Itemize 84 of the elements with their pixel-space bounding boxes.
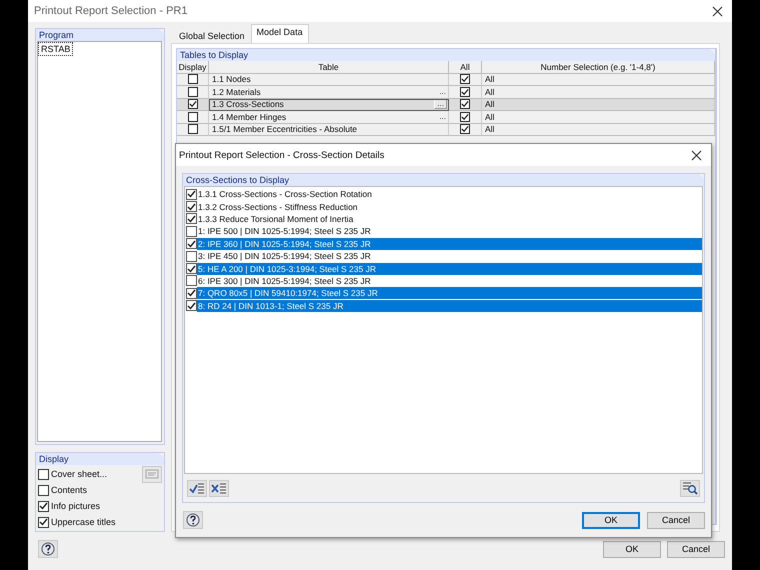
checkbox[interactable] bbox=[186, 238, 197, 250]
find-button[interactable] bbox=[680, 480, 700, 496]
table-name: 1.2 Materials bbox=[212, 86, 261, 98]
panel-header: Tables to Display bbox=[177, 49, 715, 61]
check-list-icon bbox=[189, 481, 205, 495]
option-label: Cover sheet... bbox=[51, 469, 108, 479]
details-button[interactable]: ... bbox=[437, 112, 448, 122]
dialog-button[interactable]: OK bbox=[603, 540, 661, 558]
checkbox[interactable] bbox=[38, 500, 49, 512]
table-cell[interactable]: 1.4 Member Hinges ... bbox=[209, 111, 449, 124]
help-button[interactable] bbox=[38, 540, 58, 558]
checkbox[interactable] bbox=[186, 288, 197, 299]
column-header: Display bbox=[177, 61, 209, 74]
table-cell[interactable]: 1.5/1 Member Eccentricities - Absolute bbox=[209, 124, 449, 136]
list-item[interactable]: 1: IPE 500 | DIN 1025-5:1994; Steel S 235 JR bbox=[197, 225, 702, 238]
checkbox[interactable] bbox=[38, 468, 49, 480]
table-cell: All bbox=[482, 98, 715, 111]
list-item[interactable]: 2: IPE 360 | DIN 1025-5:1994; Steel S 235 JR bbox=[197, 238, 702, 250]
close-icon bbox=[690, 150, 702, 160]
list-item[interactable]: 5: HE A 200 | DIN 1025-3:1994; Steel S 235 JR bbox=[197, 262, 702, 275]
checkbox[interactable] bbox=[460, 99, 470, 110]
close-icon bbox=[712, 6, 722, 16]
list-magnifier-icon bbox=[682, 481, 698, 495]
option-label: Contents bbox=[51, 485, 88, 495]
check-all-button[interactable] bbox=[187, 480, 207, 496]
checkbox[interactable] bbox=[460, 86, 470, 97]
panel-header: Cross-Sections to Display bbox=[183, 174, 704, 186]
checkbox[interactable] bbox=[186, 300, 197, 312]
option-label: Uppercase titles bbox=[51, 517, 117, 527]
checkbox[interactable] bbox=[188, 74, 198, 84]
checkbox[interactable] bbox=[186, 201, 197, 212]
list-item[interactable]: 1.3.1 Cross-Sections - Cross-Section Rotation bbox=[197, 188, 702, 200]
list-item[interactable]: 1.3.2 Cross-Sections - Stiffness Reduction bbox=[197, 200, 702, 213]
checkbox[interactable] bbox=[460, 74, 470, 84]
table-name: 1.1 Nodes bbox=[212, 73, 251, 86]
checkbox[interactable] bbox=[188, 112, 198, 122]
table-cell: All bbox=[482, 124, 715, 136]
dialog-button[interactable]: Cancel bbox=[647, 512, 705, 528]
list-item[interactable]: 7: QRO 80x5 | DIN 59410:1974; Steel S 235 JR bbox=[197, 287, 702, 300]
dialog-button[interactable]: Cancel bbox=[667, 540, 725, 558]
window-title: Printout Report Selection - PR1 bbox=[34, 5, 188, 17]
checkbox[interactable] bbox=[188, 99, 198, 110]
list-item[interactable]: 1.3.3 Reduce Torsional Moment of Inertia bbox=[197, 212, 702, 225]
help-icon bbox=[41, 542, 55, 556]
sheet-icon bbox=[145, 469, 159, 479]
column-header: Number Selection (e.g. '1-4,8') bbox=[482, 61, 715, 74]
table-cell[interactable]: 1.1 Nodes bbox=[209, 74, 449, 86]
column-header: Table bbox=[209, 61, 449, 74]
table-cell[interactable]: 1.3 Cross-Sections ... bbox=[209, 98, 449, 111]
uncheck-all-button[interactable] bbox=[209, 480, 229, 496]
help-icon bbox=[186, 513, 200, 527]
checkbox[interactable] bbox=[460, 112, 470, 122]
panel-header: Program bbox=[36, 29, 164, 41]
table-name: 1.5/1 Member Eccentricities - Absolute bbox=[212, 123, 358, 136]
option-label: Info pictures bbox=[51, 501, 102, 511]
checkbox[interactable] bbox=[460, 124, 470, 134]
checkbox[interactable] bbox=[38, 484, 49, 496]
tab[interactable]: Global Selection bbox=[173, 28, 251, 43]
checkbox[interactable] bbox=[188, 86, 198, 97]
tab[interactable]: Model Data bbox=[250, 24, 309, 43]
panel-header: Display bbox=[36, 453, 164, 465]
dialog-title: Printout Report Selection - Cross-Section Details bbox=[179, 150, 386, 160]
list-item[interactable]: 6: IPE 300 | DIN 1025-5:1994; Steel S 235 JR bbox=[197, 274, 702, 287]
checkbox[interactable] bbox=[186, 213, 197, 224]
checkbox[interactable] bbox=[186, 263, 197, 274]
checkbox[interactable] bbox=[186, 226, 197, 237]
checkbox[interactable] bbox=[186, 250, 197, 262]
help-button[interactable] bbox=[183, 511, 203, 529]
dialog-button[interactable]: OK bbox=[582, 512, 640, 528]
cross-list-icon bbox=[211, 481, 227, 495]
program-item[interactable]: RSTAB bbox=[39, 43, 72, 55]
checkbox[interactable] bbox=[186, 188, 197, 200]
list-item[interactable]: 8: RD 24 | DIN 1013-1; Steel S 235 JR bbox=[197, 300, 702, 312]
column-header: All bbox=[449, 61, 482, 74]
table-name: 1.4 Member Hinges bbox=[212, 110, 286, 123]
checkbox[interactable] bbox=[38, 516, 49, 528]
table-name: 1.3 Cross-Sections bbox=[212, 98, 284, 110]
checkbox[interactable] bbox=[186, 275, 197, 286]
details-button[interactable]: ... bbox=[437, 86, 448, 97]
checkbox[interactable] bbox=[188, 124, 198, 134]
table-cell: All bbox=[482, 74, 715, 86]
details-button[interactable]: ... bbox=[434, 99, 447, 110]
table-cell: All bbox=[482, 111, 715, 124]
list-item[interactable]: 3: IPE 450 | DIN 1025-5:1994; Steel S 235 JR bbox=[197, 250, 702, 262]
